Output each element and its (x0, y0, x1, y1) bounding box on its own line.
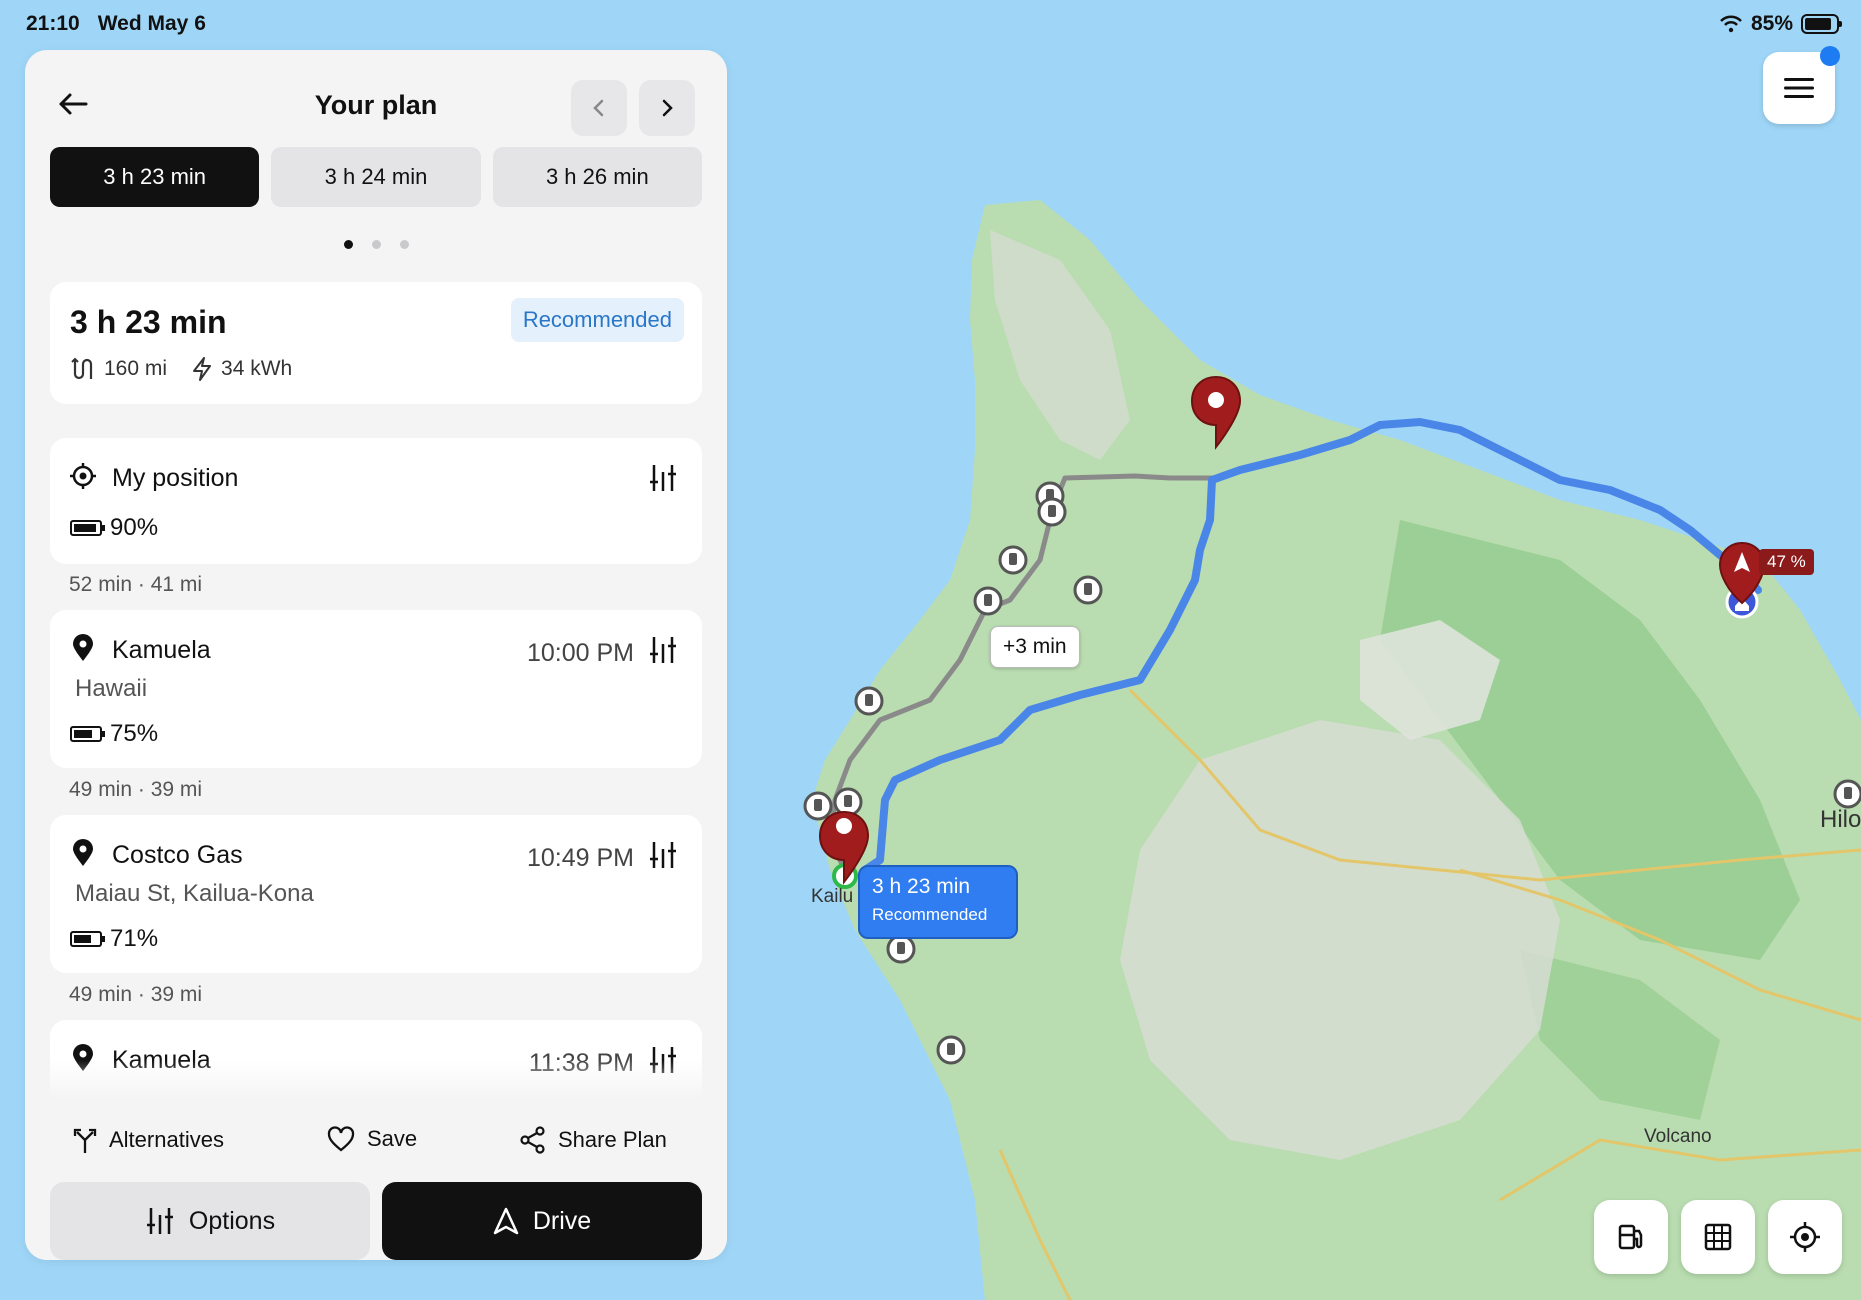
charger-icon[interactable] (936, 1035, 966, 1065)
options-label: Options (188, 1206, 276, 1235)
pager-dots (25, 240, 727, 249)
next-plan-button[interactable] (639, 80, 695, 136)
route-distance-icon (71, 357, 93, 380)
crosshair-icon (70, 463, 96, 489)
route-callout[interactable]: 3 h 23 min Recommended (858, 865, 1018, 939)
charger-icon[interactable] (973, 586, 1003, 616)
save-button[interactable]: Save (327, 1126, 417, 1152)
segment-info: 49 min · 39 mi (69, 983, 203, 1006)
stop-settings-button[interactable] (646, 632, 680, 668)
pager-dot[interactable] (399, 240, 409, 249)
map-place-label: Volcano (1644, 1126, 1712, 1147)
table-view-button[interactable] (1681, 1200, 1755, 1274)
alternatives-label: Alternatives (109, 1127, 224, 1152)
chevron-left-icon (593, 99, 604, 117)
pager-dot[interactable] (343, 240, 353, 249)
previous-plan-button[interactable] (571, 80, 627, 136)
summary-total-time: 3 h 23 min (70, 304, 227, 340)
stop-card[interactable]: Costco Gas 10:49 PM Maiau St, Kailua-Kon… (50, 815, 702, 973)
route-tab[interactable]: 3 h 26 min (492, 147, 702, 207)
stop-card[interactable]: My position 90% (50, 438, 702, 564)
share-plan-button[interactable]: Share Plan (520, 1126, 667, 1154)
battery-icon (70, 931, 105, 947)
stop-name: My position (112, 464, 239, 492)
stop-battery-level: 71% (110, 925, 159, 952)
stop-settings-button[interactable] (646, 460, 680, 496)
status-battery-percent: 85% (1750, 12, 1793, 35)
summary-distance: 160 mi (104, 357, 168, 380)
sliders-icon (650, 637, 676, 663)
charger-icon[interactable] (1833, 779, 1861, 809)
status-time: 21:10 (26, 12, 80, 35)
map-toolbar (1594, 1200, 1842, 1274)
status-battery-icon (1801, 14, 1842, 34)
panel-header: Your plan (25, 50, 727, 150)
save-label: Save (367, 1126, 418, 1151)
status-date: Wed May 6 (97, 12, 206, 35)
grid-icon (1704, 1223, 1732, 1251)
fuel-station-icon (1618, 1224, 1643, 1250)
summary-energy: 34 kWh (221, 357, 293, 380)
charger-icon[interactable] (1073, 575, 1103, 605)
lightning-icon (193, 357, 212, 381)
stop-subtitle: Hawaii (75, 675, 148, 702)
route-callout-label: Recommended (872, 905, 988, 924)
battery-icon (70, 520, 105, 536)
drive-label: Drive (532, 1206, 592, 1235)
charger-icon[interactable] (803, 791, 833, 821)
route-callout-time: 3 h 23 min (872, 875, 971, 898)
route-tab[interactable]: 3 h 24 min (271, 147, 481, 207)
chevron-right-icon (662, 99, 673, 117)
recommended-badge: Recommended (510, 298, 684, 342)
charger-icon[interactable] (833, 787, 863, 817)
hamburger-icon (1784, 78, 1814, 98)
pager-dot[interactable] (371, 240, 381, 249)
stop-arrival-time: 10:49 PM (526, 844, 634, 872)
charger-icon[interactable] (1037, 497, 1067, 527)
stop-name: Kamuela (112, 636, 211, 664)
route-tab[interactable]: 3 h 23 min (50, 147, 260, 207)
stop-subtitle: Maiau St, Kailua-Kona (75, 880, 314, 907)
share-icon (520, 1126, 545, 1154)
destination-soc-badge: 47 % (1759, 549, 1814, 575)
map-place-label: Hilo (1820, 806, 1861, 833)
plan-actions: Alternatives Save Share Plan (25, 1112, 727, 1162)
plan-panel: Your plan 3 h 23 min 3 h 24 min 3 h 26 m… (25, 50, 727, 1260)
charger-icon[interactable] (886, 934, 916, 964)
fork-arrows-icon (73, 1128, 97, 1153)
status-bar: 21:10 Wed May 6 85% (0, 0, 1861, 50)
route-tabs: 3 h 23 min 3 h 24 min 3 h 26 min (50, 147, 702, 207)
crosshair-icon (1790, 1222, 1820, 1252)
sliders-icon (650, 465, 676, 491)
drive-button[interactable]: Drive (382, 1182, 702, 1260)
stop-card[interactable]: Kamuela 10:00 PM Hawaii 75% (50, 610, 702, 768)
options-button[interactable]: Options (50, 1182, 370, 1260)
plan-summary-card: 3 h 23 min Recommended 160 mi 34 kWh (50, 282, 702, 404)
sliders-icon (146, 1208, 173, 1234)
battery-icon (70, 726, 105, 742)
charger-icon[interactable] (998, 545, 1028, 575)
sliders-icon (650, 842, 676, 868)
location-pin-icon (73, 634, 93, 661)
stop-name: Costco Gas (112, 841, 243, 869)
stop-arrival-time: 10:00 PM (526, 639, 634, 667)
wifi-icon (1720, 15, 1742, 33)
share-plan-label: Share Plan (558, 1127, 667, 1152)
alternatives-button[interactable]: Alternatives (73, 1126, 224, 1154)
charging-stations-button[interactable] (1594, 1200, 1668, 1274)
segment-info: 52 min · 41 mi (69, 573, 203, 596)
charger-icon[interactable] (854, 686, 884, 716)
recenter-button[interactable] (1768, 1200, 1842, 1274)
stop-settings-button[interactable] (646, 837, 680, 873)
map-place-label: Kailu (811, 886, 854, 907)
location-pin-icon (73, 839, 93, 866)
segment-info: 49 min · 39 mi (69, 778, 203, 801)
navigation-arrow-icon (493, 1207, 519, 1235)
stop-battery-level: 75% (110, 720, 159, 747)
alt-route-delta-label[interactable]: +3 min (990, 626, 1080, 668)
stop-battery-level: 90% (110, 514, 159, 541)
heart-icon (327, 1126, 355, 1152)
